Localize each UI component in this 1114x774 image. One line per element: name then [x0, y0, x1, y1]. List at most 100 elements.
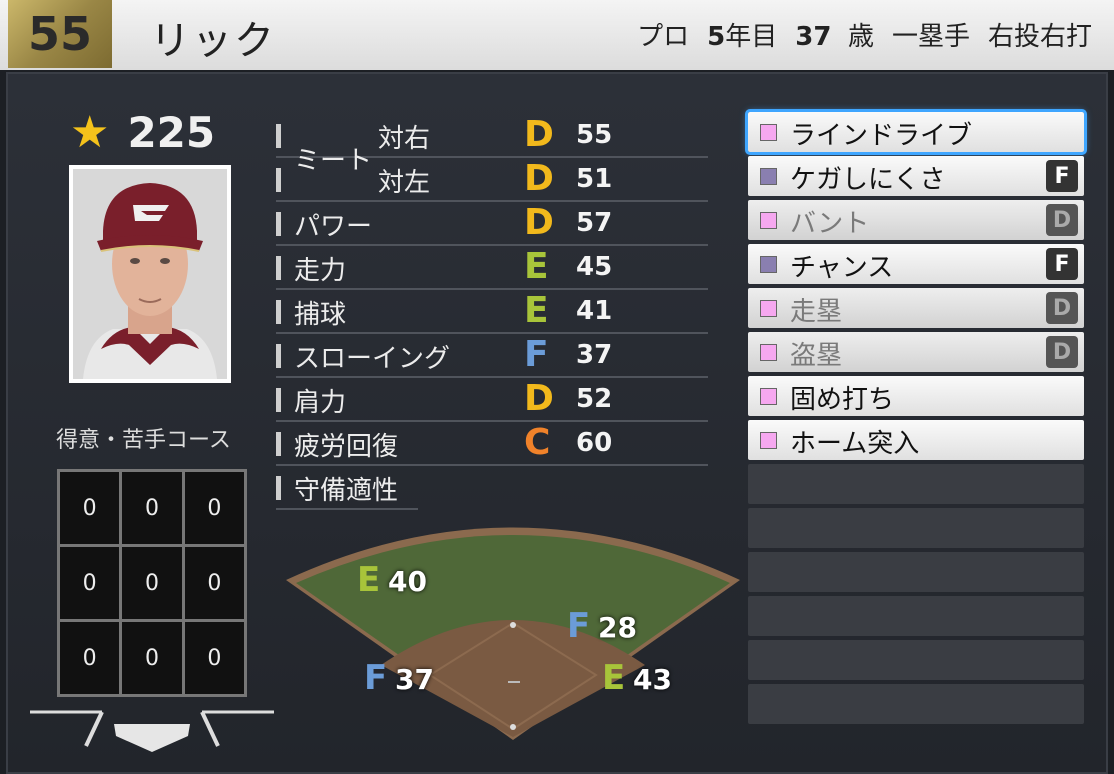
empty-skill-slot[interactable] [748, 640, 1084, 680]
zone-cell: 0 [122, 472, 182, 544]
skill-type-icon [760, 256, 777, 273]
row-marker [276, 432, 281, 456]
zone-cell: 0 [60, 547, 120, 619]
zone-cell: 0 [184, 622, 244, 694]
ability-grade: D [524, 378, 554, 419]
first-base-value: 43 [633, 663, 672, 696]
skill-name: 固め打ち [790, 385, 895, 415]
skill-grade: F [1046, 160, 1078, 192]
skill-name: バント [790, 209, 870, 239]
ability-label: 疲労回復 [294, 432, 399, 462]
ability-label: パワー [294, 212, 373, 242]
empty-skill-slot[interactable] [748, 684, 1084, 724]
skill-grade: D [1046, 292, 1078, 324]
years-pro: 5年目 [707, 22, 778, 52]
ability-label: 捕球 [294, 300, 347, 330]
empty-skill-slot[interactable] [748, 464, 1084, 504]
rating-value: 225 [127, 108, 216, 157]
skill-item[interactable]: チャンス F [748, 244, 1084, 284]
status-label: プロ [637, 22, 690, 52]
player-header: 55 リック プロ 5年目 37 歳 一塁手 右投右打 [0, 0, 1114, 70]
shortstop-grade: F [567, 606, 591, 646]
skill-item[interactable]: ケガしにくさ F [748, 156, 1084, 196]
shortstop-value: 28 [598, 611, 637, 644]
row-marker [276, 256, 281, 280]
meet-label: ミート [294, 146, 373, 176]
skill-item[interactable]: バント D [748, 200, 1084, 240]
ability-grade: D [524, 202, 554, 243]
skill-item[interactable]: 固め打ち [748, 376, 1084, 416]
skill-name: ホーム突入 [790, 429, 920, 459]
zone-cell: 0 [122, 622, 182, 694]
zone-cell: 0 [60, 622, 120, 694]
zone-cell: 0 [60, 472, 120, 544]
row-marker [276, 212, 281, 236]
skill-type-icon [760, 168, 777, 185]
hot-zone-grid: 0 0 0 0 0 0 0 0 0 [57, 469, 247, 697]
ability-sublabel: 対右 [378, 124, 431, 154]
ability-value: 37 [576, 340, 613, 370]
skill-name: 走塁 [790, 297, 843, 327]
skill-item[interactable]: 盗塁 D [748, 332, 1084, 372]
skill-item[interactable]: ホーム突入 [748, 420, 1084, 460]
skill-item[interactable]: ラインドライブ [745, 109, 1087, 155]
row-marker [276, 388, 281, 412]
empty-skill-slot[interactable] [748, 508, 1084, 548]
row-marker [276, 124, 281, 148]
ability-row: スローイング F 37 [276, 334, 708, 378]
ability-label: スローイング [294, 344, 451, 374]
age: 37 歳 [795, 22, 874, 52]
empty-skill-slot[interactable] [748, 552, 1084, 592]
row-marker [276, 476, 281, 500]
ability-row: 肩力 D 52 [276, 378, 708, 422]
player-name: リック [150, 18, 276, 64]
zone-cell: 0 [184, 547, 244, 619]
ability-row: パワー D 57 [276, 202, 708, 246]
star-icon: ★ [70, 106, 110, 158]
empty-skill-slot[interactable] [748, 596, 1084, 636]
skill-type-icon [760, 124, 777, 141]
hot-zone-title: 得意・苦手コース [56, 428, 231, 453]
third-base-value: 37 [395, 663, 434, 696]
ability-sublabel: 対左 [378, 168, 431, 198]
zone-cell: 0 [122, 547, 182, 619]
uniform-number: 55 [8, 0, 112, 68]
skill-grade: D [1046, 204, 1078, 236]
skill-type-icon [760, 300, 777, 317]
first-base-grade: E [602, 658, 626, 698]
ability-row: 捕球 E 41 [276, 290, 708, 334]
left-field-value: 40 [388, 565, 427, 598]
ability-value: 52 [576, 384, 613, 414]
skill-grade: D [1046, 336, 1078, 368]
defense-field [286, 527, 740, 740]
ability-value: 55 [576, 120, 613, 150]
skill-type-icon [760, 344, 777, 361]
skill-type-icon [760, 212, 777, 229]
ability-value: 57 [576, 208, 613, 238]
position: 一塁手 [891, 22, 970, 52]
row-marker [276, 300, 281, 324]
skill-item[interactable]: 走塁 D [748, 288, 1084, 328]
ability-value: 51 [576, 164, 613, 194]
zone-cell: 0 [184, 472, 244, 544]
ability-row: 疲労回復 C 60 [276, 422, 708, 466]
ability-value: 41 [576, 296, 613, 326]
row-marker [276, 168, 281, 192]
special-abilities-list: ラインドライブ ケガしにくさ F バント D チャンス F 走塁 D 盗塁 D 固め打ちホーム突入 [745, 109, 1087, 728]
skill-name: 盗塁 [790, 341, 843, 371]
ability-label: 守備適性 [294, 476, 399, 506]
ability-grade: F [524, 334, 549, 375]
overall-rating: ★ 225 [70, 108, 215, 157]
row-divider [276, 508, 418, 510]
ability-grade: C [524, 422, 551, 463]
player-portrait [69, 165, 231, 383]
skill-type-icon [760, 432, 777, 449]
player-face-image [73, 169, 227, 379]
left-field-grade: E [357, 560, 381, 600]
ability-row: 守備適性 [276, 466, 418, 510]
ability-grade: E [524, 246, 549, 287]
row-marker [276, 344, 281, 368]
skill-type-icon [760, 388, 777, 405]
ability-value: 60 [576, 428, 613, 458]
home-plate-icon [30, 710, 274, 752]
